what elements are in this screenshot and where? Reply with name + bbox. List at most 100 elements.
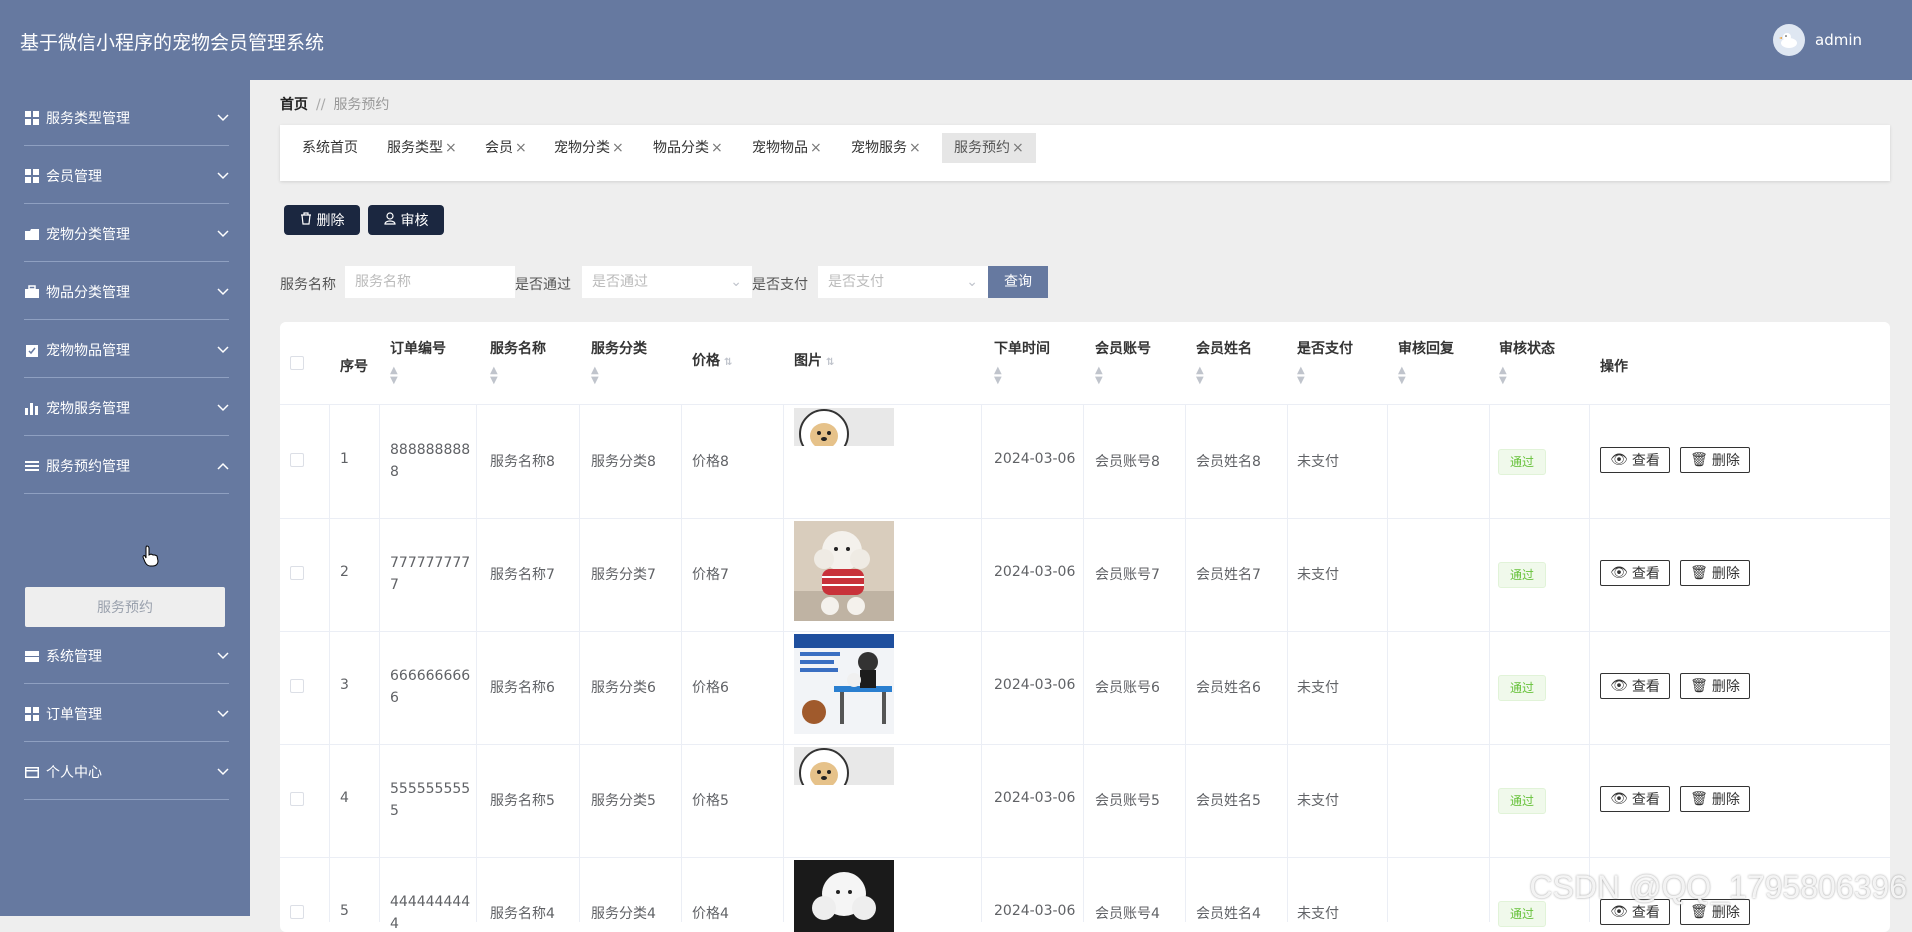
close-icon[interactable]: × [612,140,624,156]
cell-member-account: 会员账号7 [1095,567,1160,583]
close-icon[interactable]: × [909,140,921,156]
sort-icon[interactable]: ▲ ▼ [1398,366,1454,386]
table-row: 1 888888888 8 服务名称8 服务分类8 价格8 2024-03-06 … [280,405,1890,519]
cell-paid: 未支付 [1297,793,1339,809]
row-checkbox[interactable] [290,453,304,467]
close-icon[interactable]: × [810,140,822,156]
header-label: 图片 [794,353,822,369]
close-icon[interactable]: × [711,140,723,156]
sidebar-item-service-booking[interactable]: 服务预约管理 [24,438,229,494]
sort-icon[interactable]: ▲ ▼ [1095,366,1151,386]
cell-member-name: 会员姓名8 [1196,454,1261,470]
paid-select[interactable]: 是否支付 ⌄ [818,266,988,298]
delete-button[interactable]: 🗑 删除 [1680,673,1750,699]
close-icon[interactable]: × [515,140,527,156]
user-icon [383,211,396,229]
close-icon[interactable]: × [1012,140,1024,156]
view-label: 查看 [1631,566,1660,582]
sort-icon[interactable]: ▲ ▼ [1196,366,1252,386]
delete-button[interactable]: 🗑 删除 [1680,786,1750,812]
sidebar-item-label: 会员管理 [46,168,102,185]
audit-button[interactable]: 审核 [368,205,444,235]
breadcrumb: 首页 // 服务预约 [280,94,389,114]
cell-service-type: 服务分类6 [591,680,656,696]
tab-service-type[interactable]: 服务类型 × [375,133,469,163]
tab-pet-goods[interactable]: 宠物物品 × [740,133,834,163]
chevron-up-icon [217,458,229,474]
header-status[interactable]: 审核状态 ▲ ▼ [1499,338,1555,386]
cell-paid: 未支付 [1297,567,1339,583]
sort-icon[interactable]: ⇅ [724,357,732,368]
breadcrumb-home[interactable]: 首页 [280,97,308,113]
sidebar-item-pet-service[interactable]: 宠物服务管理 [24,380,229,436]
sidebar-item-member[interactable]: 会员管理 [24,148,229,204]
sidebar-item-system[interactable]: 系统管理 [24,628,229,684]
row-checkbox[interactable] [290,566,304,580]
cell-service-type: 服务分类4 [591,906,656,922]
delete-label: 删除 [1711,679,1740,695]
select-all-checkbox[interactable] [290,356,304,370]
row-checkbox[interactable] [290,905,304,919]
header-price[interactable]: 价格 ⇅ [692,350,732,370]
duck-icon [1779,33,1797,48]
eye-icon: 👁 [1610,904,1628,920]
batch-delete-button[interactable]: 删除 [284,205,360,235]
sidebar-item-item-category[interactable]: 物品分类管理 [24,264,229,320]
cell-paid: 未支付 [1297,906,1339,922]
sidebar-item-label: 宠物分类管理 [46,226,130,243]
header-service-type[interactable]: 服务分类 ▲ ▼ [591,338,647,386]
sidebar-item-service-type[interactable]: 服务类型管理 [24,90,229,146]
tab-service-booking[interactable]: 服务预约 × [942,133,1036,163]
query-button[interactable]: 查询 [988,266,1048,298]
sort-icon[interactable]: ▲ ▼ [490,366,546,386]
view-button[interactable]: 👁 查看 [1600,673,1670,699]
header-label: 是否支付 [1297,341,1353,357]
header-image[interactable]: 图片 ⇅ [794,350,834,370]
view-button[interactable]: 👁 查看 [1600,786,1670,812]
cell-member-account: 会员账号4 [1095,906,1160,922]
close-icon[interactable]: × [445,140,457,156]
row-checkbox[interactable] [290,679,304,693]
sort-icon[interactable]: ▲ ▼ [1297,366,1353,386]
view-button[interactable]: 👁 查看 [1600,447,1670,473]
delete-button[interactable]: 🗑 删除 [1680,560,1750,586]
delete-label: 删除 [1711,792,1740,808]
tab-item-category[interactable]: 物品分类 × [641,133,735,163]
delete-button[interactable]: 🗑 删除 [1680,447,1750,473]
tab-label: 会员 [485,140,513,156]
tab-member[interactable]: 会员 × [473,133,539,163]
sidebar: 服务类型管理 会员管理 宠物分类管理 物品分类管理 宠物物品管理 宠物服务管理 … [0,80,250,916]
header-service-name[interactable]: 服务名称 ▲ ▼ [490,338,546,386]
service-name-input[interactable]: 服务名称 [345,266,515,298]
submenu-item-service-booking[interactable]: 服务预约 [25,587,225,627]
sort-icon[interactable]: ▲ ▼ [591,366,647,386]
tab-pet-category[interactable]: 宠物分类 × [542,133,636,163]
header-member-name[interactable]: 会员姓名 ▲ ▼ [1196,338,1252,386]
sort-icon[interactable]: ▲ ▼ [390,366,446,386]
grid-icon [24,110,40,126]
sidebar-item-pet-category[interactable]: 宠物分类管理 [24,206,229,262]
view-button[interactable]: 👁 查看 [1600,560,1670,586]
header-order-time[interactable]: 下单时间 ▲ ▼ [994,338,1050,386]
sort-icon[interactable]: ⇅ [826,357,834,368]
trash-icon: 🗑 [1690,904,1708,920]
header-paid[interactable]: 是否支付 ▲ ▼ [1297,338,1353,386]
sort-icon[interactable]: ▲ ▼ [1499,366,1555,386]
trash-icon: 🗑 [1690,678,1708,694]
cell-member-account: 会员账号8 [1095,454,1160,470]
header-order-no[interactable]: 订单编号 ▲ ▼ [390,338,446,386]
row-checkbox[interactable] [290,792,304,806]
header-member-account[interactable]: 会员账号 ▲ ▼ [1095,338,1151,386]
sidebar-item-orders[interactable]: 订单管理 [24,686,229,742]
cell-member-name: 会员姓名4 [1196,906,1261,922]
cell-paid: 未支付 [1297,454,1339,470]
passed-select[interactable]: 是否通过 ⌄ [582,266,752,298]
header-reply[interactable]: 审核回复 ▲ ▼ [1398,338,1454,386]
cell-service-type: 服务分类8 [591,454,656,470]
sidebar-item-profile[interactable]: 个人中心 [24,744,229,800]
sort-icon[interactable]: ▲ ▼ [994,366,1050,386]
user-menu[interactable]: admin [1773,24,1862,56]
tab-home[interactable]: 系统首页 [290,133,370,163]
tab-pet-service[interactable]: 宠物服务 × [839,133,933,163]
sidebar-item-pet-goods[interactable]: 宠物物品管理 [24,322,229,378]
